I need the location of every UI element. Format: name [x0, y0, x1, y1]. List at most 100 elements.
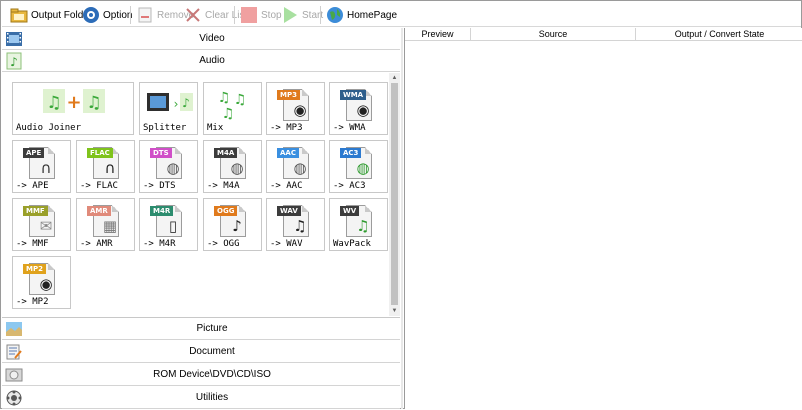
tile-label: -> MP2 — [16, 297, 49, 307]
category-picture-label: Picture — [196, 323, 228, 334]
joiner-icon: ♫ + ♫ — [43, 89, 105, 113]
wav-file-icon: WAV ♫ — [277, 203, 315, 237]
format-badge: DTS — [150, 148, 172, 158]
option-button[interactable]: Option — [82, 4, 132, 26]
tile-label: -> AC3 — [333, 181, 366, 191]
svg-text:›: › — [174, 97, 179, 111]
tiles-scrollbar[interactable]: ▲ ▼ — [389, 73, 400, 316]
clear-list-button[interactable]: Clear List — [184, 4, 247, 26]
scroll-up-icon[interactable]: ▲ — [389, 73, 400, 83]
scroll-down-icon[interactable]: ▼ — [389, 306, 400, 316]
tile-label: -> WAV — [270, 239, 303, 249]
tile-label: Mix — [207, 123, 224, 133]
format-badge: OGG — [214, 206, 238, 216]
tile-wavpack[interactable]: WV ♫ WavPack — [329, 198, 388, 251]
audio-tiles-area: ♫ + ♫ Audio Joiner › ♪ Splitter ♫ ♫ ♫ Mi… — [2, 73, 400, 318]
format-badge: AAC — [277, 148, 299, 158]
tile-aac[interactable]: AAC ◍ -> AAC — [266, 140, 325, 193]
format-badge: MP2 — [23, 264, 46, 274]
task-list[interactable]: Preview Source Output / Convert State — [404, 28, 802, 409]
envelope-glyph: ✉ — [39, 217, 53, 235]
tile-label: -> OGG — [207, 239, 240, 249]
stop-icon — [240, 6, 258, 24]
column-preview[interactable]: Preview — [405, 28, 471, 41]
format-badge: APE — [23, 148, 45, 158]
svg-text:♫: ♫ — [234, 92, 247, 108]
disc-glyph: ◉ — [39, 275, 53, 293]
stop-label: Stop — [261, 9, 282, 21]
tile-amr[interactable]: AMR ▦ -> AMR — [76, 198, 135, 251]
disc-glyph: ◉ — [356, 101, 370, 119]
tile-label: -> M4A — [207, 181, 240, 191]
toolbar-divider — [130, 6, 131, 24]
svg-text:♫: ♫ — [46, 93, 61, 113]
category-rom-device[interactable]: ROM Device\DVD\CD\ISO — [2, 364, 400, 386]
tile-ogg[interactable]: OGG ♪ -> OGG — [203, 198, 262, 251]
output-folder-button[interactable]: Output Folder — [10, 4, 92, 26]
category-video-label: Video — [199, 33, 225, 44]
tile-label: -> MMF — [16, 239, 49, 249]
format-badge: WAV — [277, 206, 301, 216]
tile-label: -> FLAC — [80, 181, 118, 191]
svg-text:♪: ♪ — [182, 96, 190, 110]
category-picture[interactable]: Picture — [2, 318, 400, 340]
format-badge: MP3 — [277, 90, 300, 100]
ac3-file-icon: AC3 ◍ — [340, 145, 378, 179]
category-document[interactable]: Document — [2, 341, 400, 363]
dts-file-icon: DTS ◍ — [150, 145, 188, 179]
format-badge: M4A — [214, 148, 238, 158]
scroll-thumb[interactable] — [391, 83, 398, 305]
tile-dts[interactable]: DTS ◍ -> DTS — [139, 140, 198, 193]
tile-mmf[interactable]: MMF ✉ -> MMF — [12, 198, 71, 251]
homepage-button[interactable]: HomePage — [326, 4, 397, 26]
tile-mp3[interactable]: MP3 ◉ -> MP3 — [266, 82, 325, 135]
column-output-state[interactable]: Output / Convert State — [636, 28, 802, 41]
tile-m4r[interactable]: M4R ▯ -> M4R — [139, 198, 198, 251]
tile-wma[interactable]: WMA ◉ -> WMA — [329, 82, 388, 135]
headphones-glyph: ∩ — [104, 159, 116, 177]
toolbar-divider — [234, 6, 235, 24]
format-badge: WMA — [340, 90, 367, 100]
globe-icon — [326, 6, 344, 24]
m4r-file-icon: M4R ▯ — [150, 203, 188, 237]
task-list-header: Preview Source Output / Convert State — [405, 28, 802, 41]
headphones-glyph: ∩ — [40, 159, 52, 177]
tile-splitter[interactable]: › ♪ Splitter — [139, 82, 198, 135]
category-video[interactable]: Video — [2, 28, 400, 50]
gear-icon — [82, 6, 100, 24]
tile-wav[interactable]: WAV ♫ -> WAV — [266, 198, 325, 251]
wv-file-icon: WV ♫ — [340, 203, 378, 237]
toolbar-divider — [320, 6, 321, 24]
clear-list-icon — [184, 6, 202, 24]
svg-text:+: + — [66, 92, 81, 113]
svg-text:♫: ♫ — [222, 106, 235, 120]
folder-icon — [10, 6, 28, 24]
panel-splitter[interactable] — [401, 28, 403, 409]
tile-label: WavPack — [333, 239, 371, 249]
category-utilities[interactable]: Utilities — [2, 387, 400, 409]
tile-mix[interactable]: ♫ ♫ ♫ Mix — [203, 82, 262, 135]
keypad-glyph: ▦ — [102, 217, 118, 235]
start-button[interactable]: Start — [281, 4, 323, 26]
format-badge: MMF — [23, 206, 48, 216]
tile-label: -> MP3 — [270, 123, 303, 133]
mix-icon: ♫ ♫ ♫ — [218, 90, 247, 120]
splitter-icon: › ♪ — [147, 93, 193, 111]
column-source[interactable]: Source — [471, 28, 636, 41]
category-audio-label: Audio — [199, 55, 225, 66]
category-audio[interactable]: ♪ Audio — [2, 50, 400, 72]
stop-button[interactable]: Stop — [240, 4, 282, 26]
tile-ac3[interactable]: AC3 ◍ -> AC3 — [329, 140, 388, 193]
tile-audio-joiner[interactable]: ♫ + ♫ Audio Joiner — [12, 82, 134, 135]
tile-m4a[interactable]: M4A ◍ -> M4A — [203, 140, 262, 193]
mp3-file-icon: MP3 ◉ — [277, 87, 315, 121]
speaker-glyph: ◍ — [166, 159, 180, 177]
ape-file-icon: APE ∩ — [23, 145, 61, 179]
tile-ape[interactable]: APE ∩ -> APE — [12, 140, 71, 193]
tile-mp2[interactable]: MP2 ◉ -> MP2 — [12, 256, 71, 309]
tile-label: -> AAC — [270, 181, 303, 191]
tile-flac[interactable]: FLAC ∩ -> FLAC — [76, 140, 135, 193]
category-panel: Video ♪ Audio ♫ + ♫ Audio Joiner › ♪ Spl… — [2, 28, 400, 409]
svg-text:♫: ♫ — [86, 93, 101, 113]
flac-file-icon: FLAC ∩ — [87, 145, 125, 179]
